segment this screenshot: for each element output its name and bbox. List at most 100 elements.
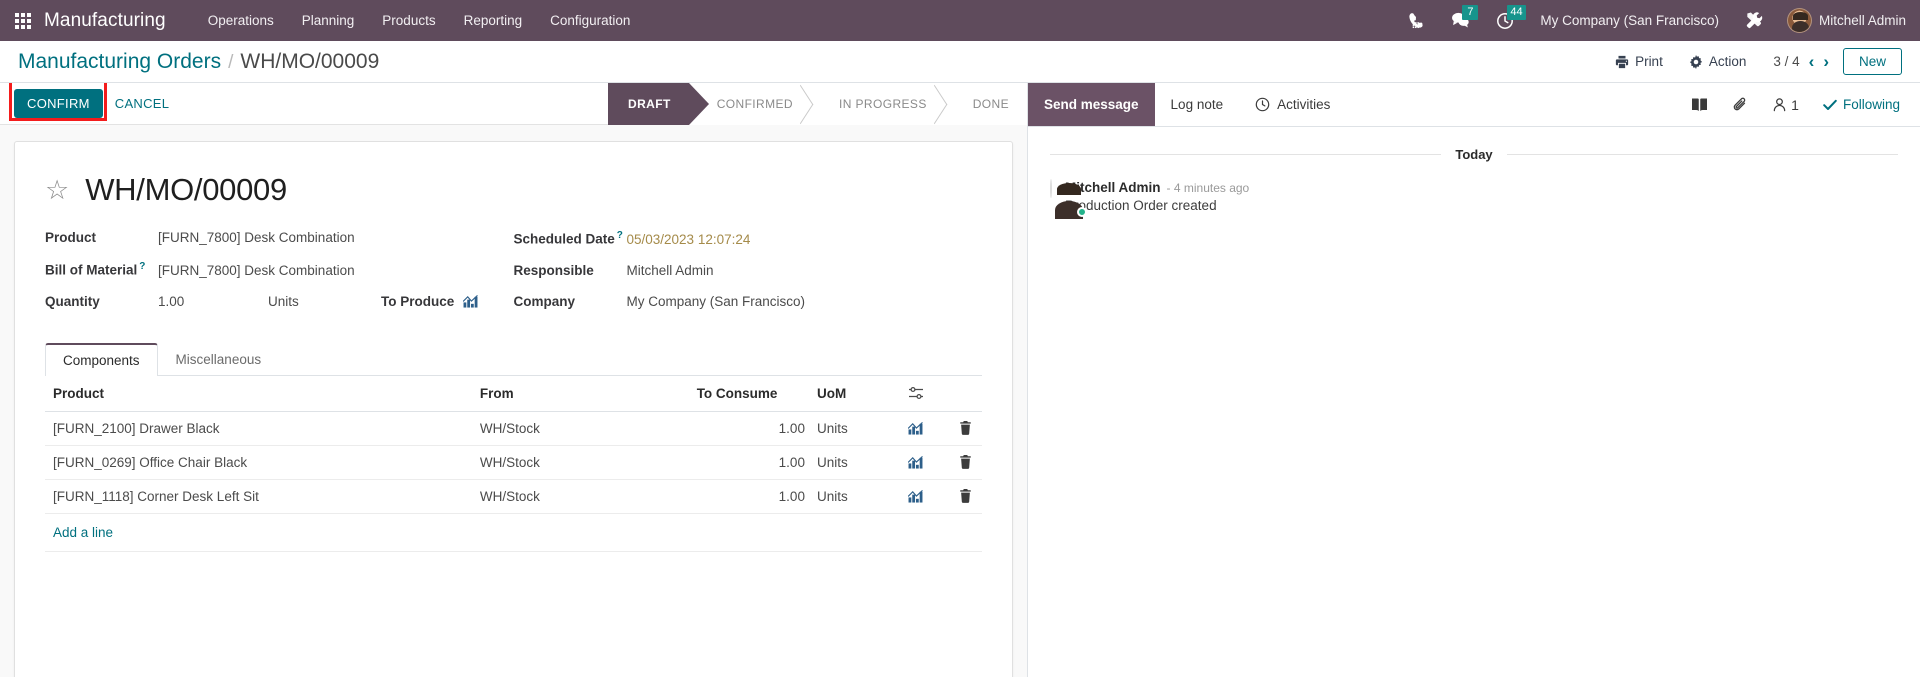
dialpad-phone-icon[interactable] <box>1395 0 1438 41</box>
field-product-value[interactable]: [FURN_7800] Desk Combination <box>158 230 355 245</box>
form-action-bar: Confirm Cancel Draft Confirmed In Progre… <box>0 83 1027 125</box>
log-note-button[interactable]: Log note <box>1155 83 1240 126</box>
printer-icon <box>1615 55 1629 69</box>
field-bill-of-material: Bill of Material? [FURN_7800] Desk Combi… <box>45 261 514 278</box>
menu-item-operations[interactable]: Operations <box>194 0 288 41</box>
trash-icon[interactable] <box>959 489 972 503</box>
clock-icon <box>1255 97 1270 112</box>
print-label: Print <box>1635 54 1663 69</box>
cell-actions <box>901 411 982 446</box>
table-row[interactable]: [FURN_0269] Office Chair Black WH/Stock … <box>45 445 982 480</box>
book-icon[interactable] <box>1679 83 1720 127</box>
followers-person-icon[interactable]: 1 <box>1760 83 1811 127</box>
cell-actions <box>901 479 982 514</box>
cell-product[interactable]: [FURN_1118] Corner Desk Left Sit <box>45 479 474 514</box>
tab-miscellaneous[interactable]: Miscellaneous <box>158 343 280 376</box>
page-body: Confirm Cancel Draft Confirmed In Progre… <box>0 83 1920 677</box>
menu-item-products[interactable]: Products <box>368 0 449 41</box>
send-message-button[interactable]: Send message <box>1028 83 1155 126</box>
star-favorite-icon[interactable]: ☆ <box>45 176 69 204</box>
wrench-debug-icon[interactable] <box>1732 0 1777 41</box>
field-responsible-label: Responsible <box>513 262 594 278</box>
breadcrumb-separator: / <box>228 51 234 73</box>
field-scheduled-date-value[interactable]: 05/03/2023 12:07:24 <box>627 232 751 247</box>
menu-item-reporting[interactable]: Reporting <box>450 0 537 41</box>
menu-item-planning[interactable]: Planning <box>288 0 369 41</box>
header-product: Product <box>45 375 474 412</box>
field-bom-label: Bill of Material? <box>45 261 146 278</box>
trash-icon[interactable] <box>959 455 972 469</box>
app-brand-manufacturing[interactable]: Manufacturing <box>44 10 166 32</box>
messages-count-badge: 7 <box>1462 5 1479 20</box>
clock-activities-icon[interactable]: 44 <box>1483 0 1527 41</box>
company-switcher[interactable]: My Company (San Francisco) <box>1527 13 1732 28</box>
avatar <box>1786 8 1812 33</box>
new-button[interactable]: New <box>1842 48 1902 75</box>
status-draft[interactable]: Draft <box>608 83 709 125</box>
menu-item-configuration[interactable]: Configuration <box>536 0 644 41</box>
bar-chart-icon[interactable] <box>907 455 923 469</box>
bar-chart-icon[interactable] <box>907 489 923 503</box>
cell-to-consume[interactable]: 1.00 <box>690 479 811 514</box>
help-tooltip-icon[interactable]: ? <box>617 230 623 241</box>
field-bom-value[interactable]: [FURN_7800] Desk Combination <box>158 263 355 278</box>
form-left-column: Product [FURN_7800] Desk Combination Bil… <box>45 230 514 325</box>
chatter-messages: Today Mitchell Admin - 4 minutes ago Pro… <box>1028 127 1920 227</box>
gear-icon <box>1689 54 1703 69</box>
activities-button[interactable]: Activities <box>1239 83 1346 126</box>
header-from: From <box>473 375 691 412</box>
action-button[interactable]: Action <box>1676 49 1760 74</box>
cancel-button[interactable]: Cancel <box>103 89 182 118</box>
paperclip-icon[interactable] <box>1720 83 1760 127</box>
status-in-progress[interactable]: In Progress <box>810 83 945 125</box>
cell-product[interactable]: [FURN_2100] Drawer Black <box>45 411 474 446</box>
print-button[interactable]: Print <box>1602 49 1676 74</box>
form-sheet: ☆ WH/MO/00009 Product [FURN_7800] Desk C… <box>14 141 1013 677</box>
chatter-toolbar-right: 1 Following <box>1679 83 1906 126</box>
confirm-button[interactable]: Confirm <box>14 89 103 118</box>
field-company-value[interactable]: My Company (San Francisco) <box>627 294 806 309</box>
field-quantity-uom[interactable]: Units <box>268 294 381 309</box>
user-menu[interactable]: Mitchell Admin <box>1777 8 1906 33</box>
field-quantity: Quantity 1.00 Units To Produce <box>45 294 514 309</box>
chevron-left-icon[interactable]: ‹ <box>1809 53 1815 70</box>
page-title: WH/MO/00009 <box>85 172 287 207</box>
tab-components[interactable]: Components <box>45 342 158 376</box>
top-navbar: Manufacturing Operations Planning Produc… <box>0 0 1920 41</box>
field-quantity-label: Quantity <box>45 293 100 309</box>
control-panel-actions: Print Action 3 / 4 ‹ › New <box>1602 48 1902 75</box>
field-quantity-value[interactable]: 1.00 <box>158 294 268 309</box>
cell-uom[interactable]: Units <box>810 411 902 446</box>
cell-to-consume[interactable]: 1.00 <box>690 411 811 446</box>
breadcrumb-manufacturing-orders[interactable]: Manufacturing Orders <box>18 50 221 74</box>
status-done[interactable]: Done <box>944 83 1027 125</box>
apps-grid-icon[interactable] <box>6 0 40 41</box>
message-avatar-holder <box>1050 179 1087 217</box>
table-row[interactable]: [FURN_2100] Drawer Black WH/Stock 1.00 U… <box>45 411 982 446</box>
header-to-consume: To Consume <box>690 375 811 412</box>
navbar-right-group: 7 44 My Company (San Francisco) Mitchell… <box>1395 0 1906 41</box>
bar-chart-icon[interactable] <box>463 294 479 308</box>
table-row[interactable]: [FURN_1118] Corner Desk Left Sit WH/Stoc… <box>45 479 982 514</box>
help-tooltip-icon[interactable]: ? <box>139 261 145 272</box>
field-product: Product [FURN_7800] Desk Combination <box>45 230 514 245</box>
cell-uom[interactable]: Units <box>810 479 902 514</box>
bar-chart-icon[interactable] <box>907 421 923 435</box>
cell-product[interactable]: [FURN_0269] Office Chair Black <box>45 445 474 480</box>
cell-actions <box>901 445 982 480</box>
breadcrumb: Manufacturing Orders / WH/MO/00009 <box>18 50 379 74</box>
cell-from[interactable]: WH/Stock <box>473 411 691 446</box>
add-a-line-button[interactable]: Add a line <box>45 514 982 552</box>
chevron-right-icon[interactable]: › <box>1823 53 1829 70</box>
messages-icon[interactable]: 7 <box>1438 0 1483 41</box>
cell-from[interactable]: WH/Stock <box>473 479 691 514</box>
pager: 3 / 4 ‹ › <box>1773 53 1829 70</box>
cell-uom[interactable]: Units <box>810 445 902 480</box>
cell-to-consume[interactable]: 1.00 <box>690 445 811 480</box>
trash-icon[interactable] <box>959 421 972 435</box>
cell-from[interactable]: WH/Stock <box>473 445 691 480</box>
field-responsible-value[interactable]: Mitchell Admin <box>627 263 714 278</box>
check-icon <box>1823 99 1837 111</box>
following-toggle[interactable]: Following <box>1811 97 1906 112</box>
table-options-icon[interactable] <box>901 375 982 412</box>
